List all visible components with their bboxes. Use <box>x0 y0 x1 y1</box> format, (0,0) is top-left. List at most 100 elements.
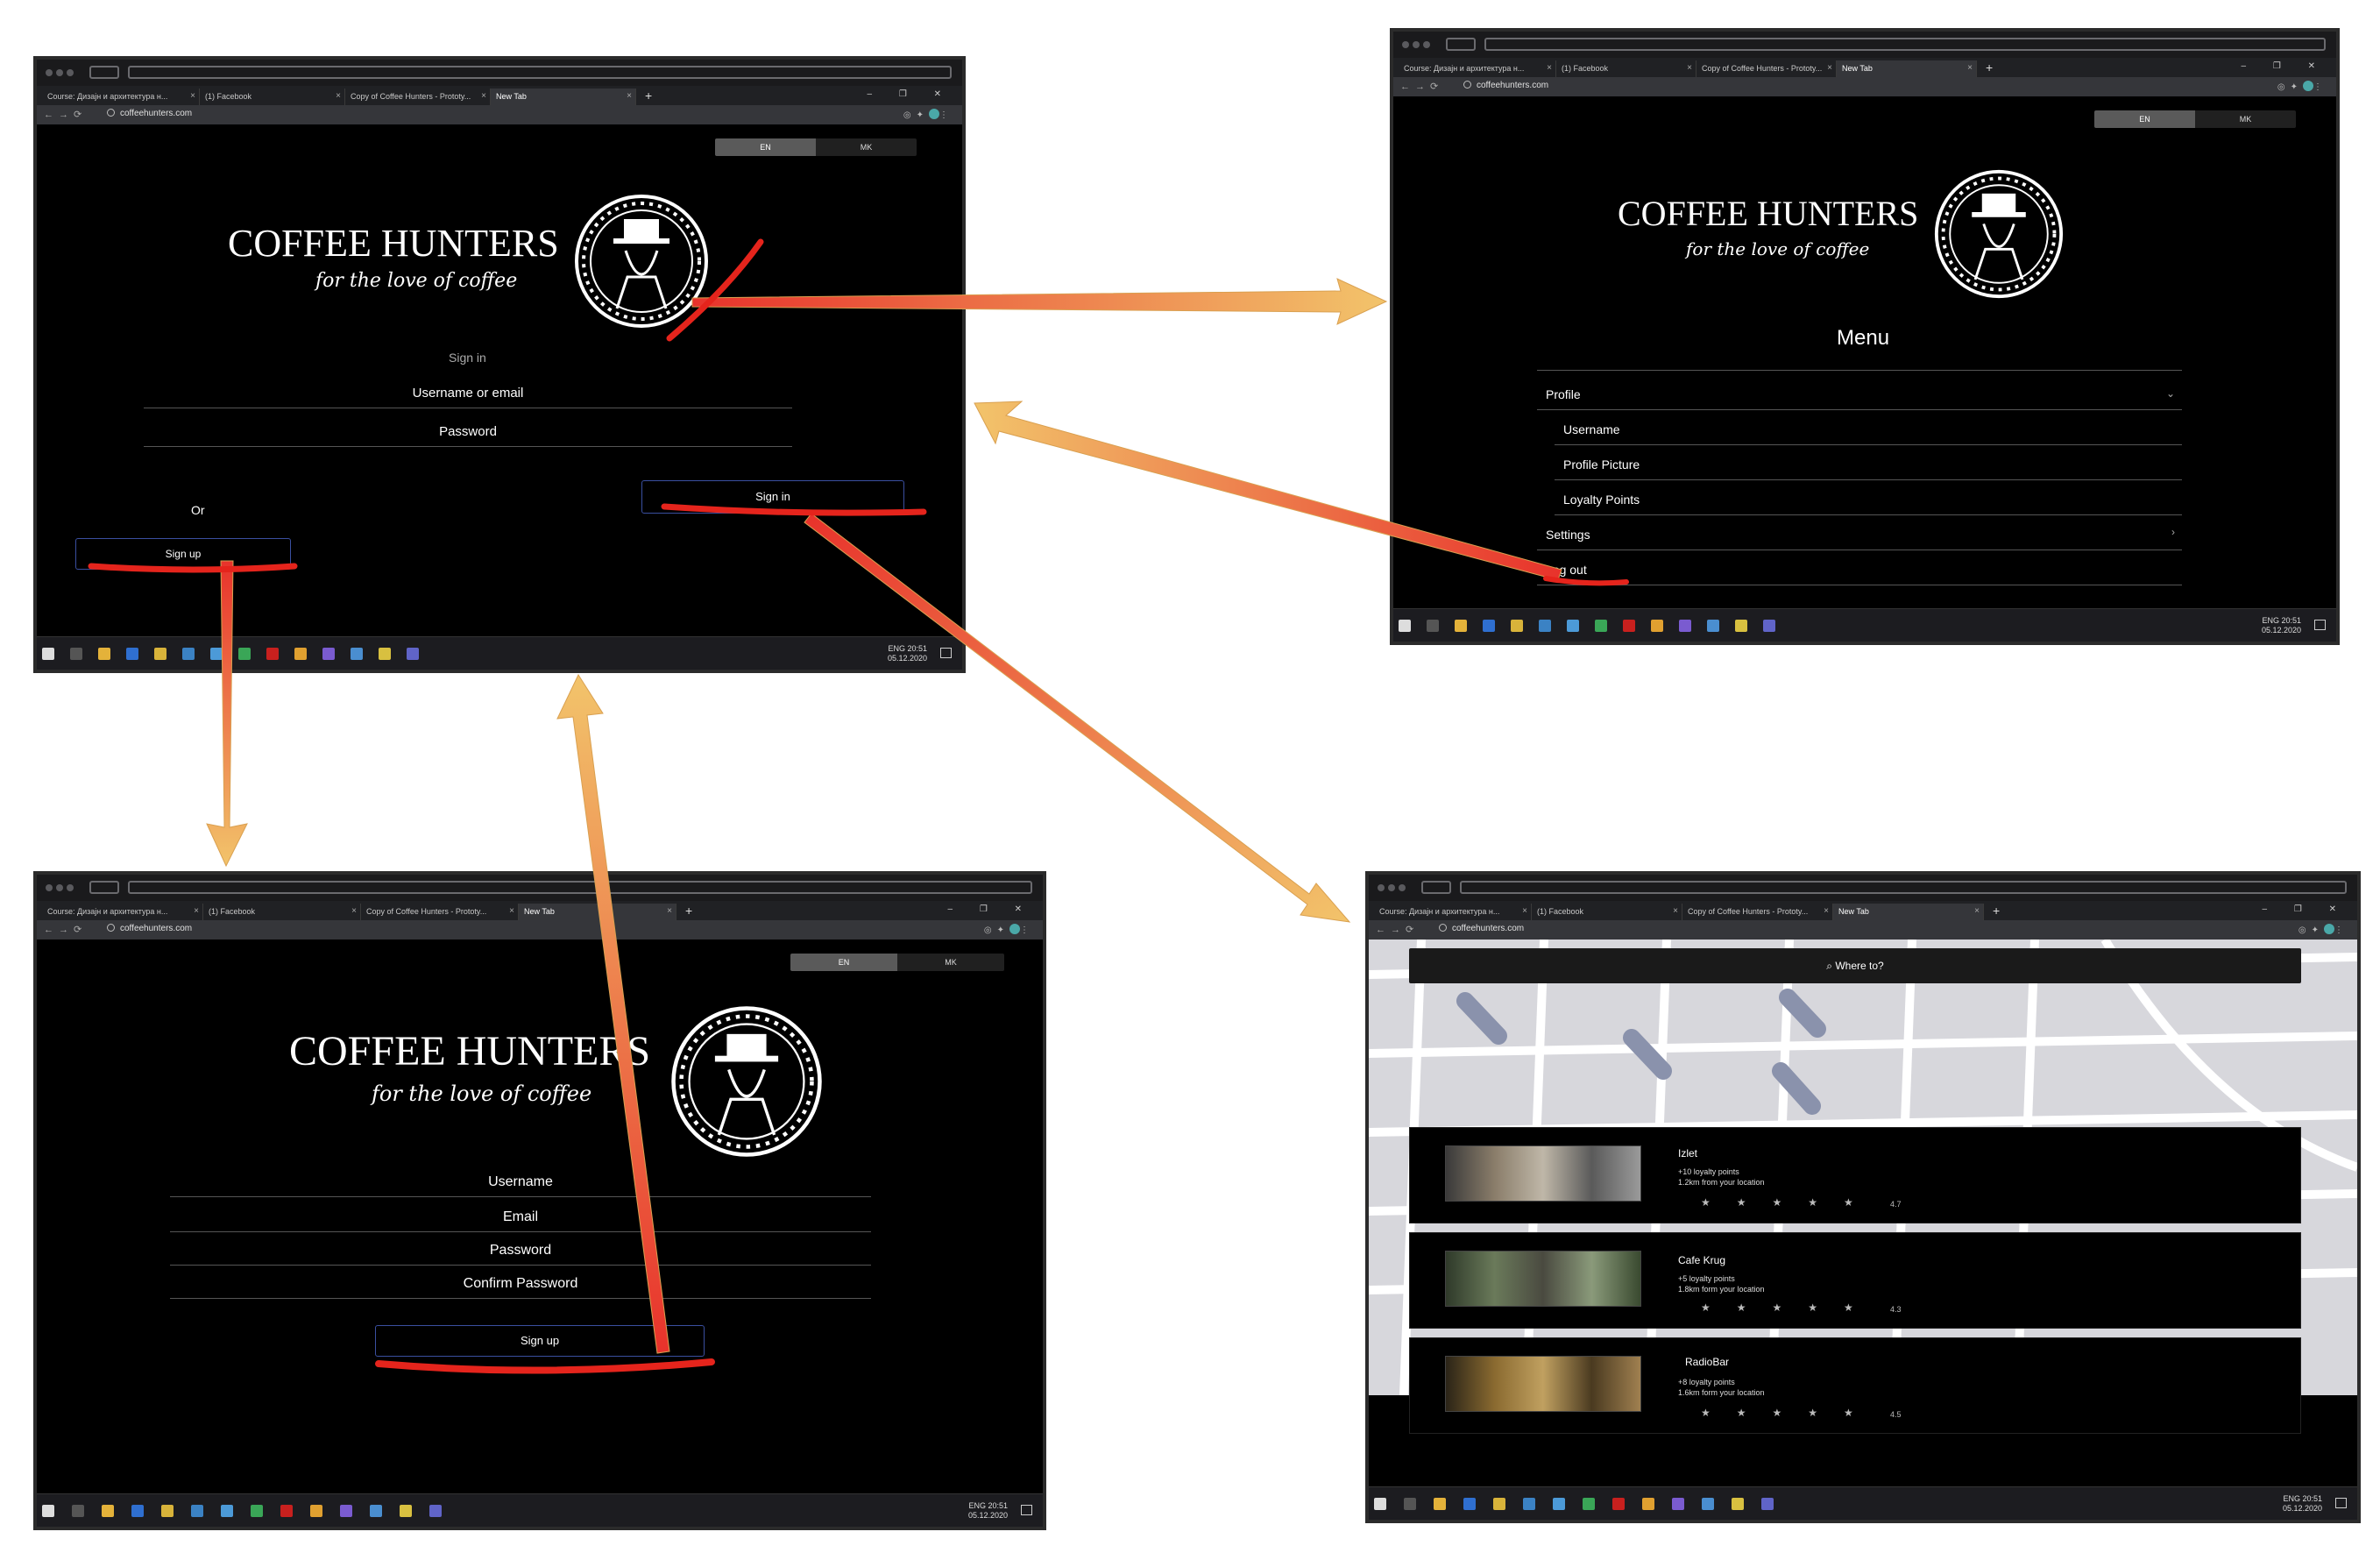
system-tray[interactable]: ENG 20:51 05.12.2020 <box>888 644 927 663</box>
explorer-icon[interactable] <box>102 1505 114 1517</box>
browser-icon[interactable] <box>1553 1498 1565 1510</box>
app3-icon[interactable] <box>310 1505 322 1517</box>
outlook-icon[interactable] <box>1483 620 1495 632</box>
menu-item-loyalty-points[interactable]: Loyalty Points <box>1555 480 2182 515</box>
task-view-icon[interactable] <box>1404 1498 1416 1510</box>
explorer-icon[interactable] <box>1455 620 1467 632</box>
avatar[interactable] <box>2303 81 2313 91</box>
menu-item-logout[interactable]: Log out <box>1537 550 2182 585</box>
lang-en-button[interactable]: EN <box>790 954 897 971</box>
app2-icon[interactable] <box>251 1505 263 1517</box>
app3-icon[interactable] <box>1651 620 1663 632</box>
app2-icon[interactable] <box>1583 1498 1595 1510</box>
browser-icon[interactable] <box>210 648 223 660</box>
signup-button[interactable]: Sign up <box>75 538 291 570</box>
window-controls[interactable]: – ❐ ✕ <box>2263 904 2348 914</box>
address-bar[interactable]: coffeehunters.com <box>107 109 192 118</box>
tab-new[interactable]: New Tab × <box>519 904 676 920</box>
teams-icon[interactable] <box>1761 1498 1774 1510</box>
app-icon[interactable] <box>1523 1498 1535 1510</box>
teams-icon[interactable] <box>429 1505 442 1517</box>
chrome-icon[interactable] <box>154 648 166 660</box>
explorer-icon[interactable] <box>1434 1498 1446 1510</box>
language-toggle[interactable]: EN MK <box>715 138 917 156</box>
chrome-icon[interactable] <box>1511 620 1523 632</box>
app4-icon[interactable] <box>1679 620 1691 632</box>
new-tab-button[interactable]: + <box>1986 60 1993 74</box>
tab-prototype[interactable]: Copy of Coffee Hunters - Prototy... × <box>345 89 491 105</box>
password-field[interactable]: Password <box>144 424 792 447</box>
app2-icon[interactable] <box>1595 620 1607 632</box>
new-tab-button[interactable]: + <box>645 89 652 103</box>
app3-icon[interactable] <box>1642 1498 1654 1510</box>
avatar[interactable] <box>2324 924 2334 934</box>
app6-icon[interactable] <box>1735 620 1747 632</box>
signup-email-field[interactable]: Email <box>170 1209 871 1232</box>
app5-icon[interactable] <box>351 648 363 660</box>
task-view-icon[interactable] <box>72 1505 84 1517</box>
window-controls[interactable]: – ❐ ✕ <box>2242 61 2327 71</box>
tab-prototype[interactable]: Copy of Coffee Hunters - Prototy... × <box>361 904 519 920</box>
cafe-card-krug[interactable]: Cafe Krug +5 loyalty points 1.8km form y… <box>1409 1232 2301 1329</box>
browser-icon[interactable] <box>221 1505 233 1517</box>
windows-start-icon[interactable] <box>42 648 54 660</box>
tab-facebook[interactable]: (1) Facebook × <box>200 89 345 105</box>
nav-arrows-icon[interactable]: ←→⟳ <box>44 924 87 935</box>
window-controls[interactable]: – ❐ ✕ <box>868 89 953 99</box>
extension-icons[interactable]: ◎✦ ⋮ <box>2299 924 2348 935</box>
signin-button[interactable]: Sign in <box>641 480 904 514</box>
confirm-password-field[interactable]: Confirm Password <box>170 1276 871 1299</box>
where-to-search[interactable]: ⌕ Where to? <box>1409 948 2301 983</box>
new-tab-button[interactable]: + <box>685 904 692 918</box>
new-tab-button[interactable]: + <box>1993 904 2000 918</box>
address-bar[interactable]: coffeehunters.com <box>1463 81 1548 90</box>
lang-mk-button[interactable]: MK <box>816 138 917 156</box>
notification-icon[interactable] <box>940 648 952 658</box>
cafe-card-radiobar[interactable]: RadioBar +8 loyalty points 1.6km form yo… <box>1409 1337 2301 1434</box>
netflix-icon[interactable] <box>280 1505 293 1517</box>
tab-facebook[interactable]: (1) Facebook × <box>203 904 361 920</box>
browser-icon[interactable] <box>1567 620 1579 632</box>
tab-course[interactable]: Course: Дизајн и архитектура н... × <box>42 89 200 105</box>
language-toggle[interactable]: EN MK <box>2094 110 2296 128</box>
menu-item-username[interactable]: Username <box>1555 410 2182 445</box>
app6-icon[interactable] <box>1732 1498 1744 1510</box>
tab-course[interactable]: Course: Дизајн и архитектура н... × <box>1374 904 1532 920</box>
menu-item-profile-picture[interactable]: Profile Picture <box>1555 445 2182 480</box>
menu-item-profile[interactable]: Profile ⌄ <box>1537 377 2182 410</box>
app4-icon[interactable] <box>322 648 335 660</box>
window-controls[interactable]: – ❐ ✕ <box>948 904 1034 914</box>
extension-icons[interactable]: ◎✦ ⋮ <box>903 109 953 120</box>
signup-submit-button[interactable]: Sign up <box>375 1325 705 1357</box>
windows-start-icon[interactable] <box>1399 620 1411 632</box>
nav-arrows-icon[interactable]: ←→⟳ <box>44 109 87 120</box>
teams-icon[interactable] <box>407 648 419 660</box>
chrome-icon[interactable] <box>1493 1498 1505 1510</box>
app-icon[interactable] <box>182 648 195 660</box>
windows-start-icon[interactable] <box>42 1505 54 1517</box>
app-icon[interactable] <box>1539 620 1551 632</box>
windows-start-icon[interactable] <box>1374 1498 1386 1510</box>
notification-icon[interactable] <box>1021 1505 1032 1515</box>
outlook-icon[interactable] <box>126 648 138 660</box>
netflix-icon[interactable] <box>1612 1498 1625 1510</box>
app6-icon[interactable] <box>400 1505 412 1517</box>
netflix-icon[interactable] <box>266 648 279 660</box>
lang-mk-button[interactable]: MK <box>897 954 1004 971</box>
menu-item-settings[interactable]: Settings › <box>1537 515 2182 550</box>
nav-arrows-icon[interactable]: ←→⟳ <box>1376 924 1419 935</box>
teams-icon[interactable] <box>1763 620 1775 632</box>
tab-new[interactable]: New Tab × <box>1837 60 1977 77</box>
extension-icons[interactable]: ◎✦ ⋮ <box>984 924 1034 935</box>
app6-icon[interactable] <box>379 648 391 660</box>
signup-username-field[interactable]: Username <box>170 1174 871 1197</box>
username-or-email-field[interactable]: Username or email <box>144 386 792 408</box>
lang-mk-button[interactable]: MK <box>2195 110 2296 128</box>
app-icon[interactable] <box>191 1505 203 1517</box>
tab-course[interactable]: Course: Дизајн и архитектура н... × <box>42 904 203 920</box>
signup-password-field[interactable]: Password <box>170 1243 871 1266</box>
notification-icon[interactable] <box>2335 1498 2347 1508</box>
system-tray[interactable]: ENG 20:51 05.12.2020 <box>2262 616 2301 635</box>
lang-en-button[interactable]: EN <box>715 138 816 156</box>
notification-icon[interactable] <box>2314 620 2326 630</box>
